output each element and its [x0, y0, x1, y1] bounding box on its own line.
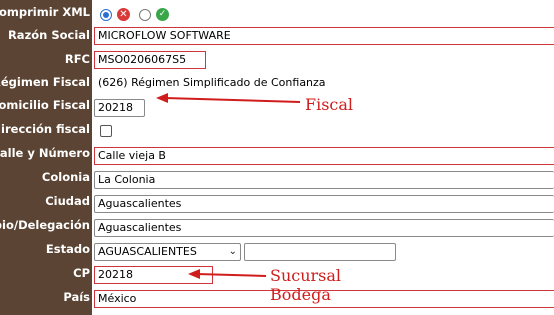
sucursal-arrow-line: [196, 273, 267, 277]
annotation-sucursal: Sucursal: [270, 266, 342, 285]
sucursal-arrow-head: [188, 269, 200, 279]
fiscal-arrow-head: [156, 93, 168, 103]
annotation-bodega: Bodega: [270, 285, 331, 304]
fiscal-arrow-line: [164, 97, 301, 103]
annotation-fiscal: Fiscal: [305, 95, 354, 114]
